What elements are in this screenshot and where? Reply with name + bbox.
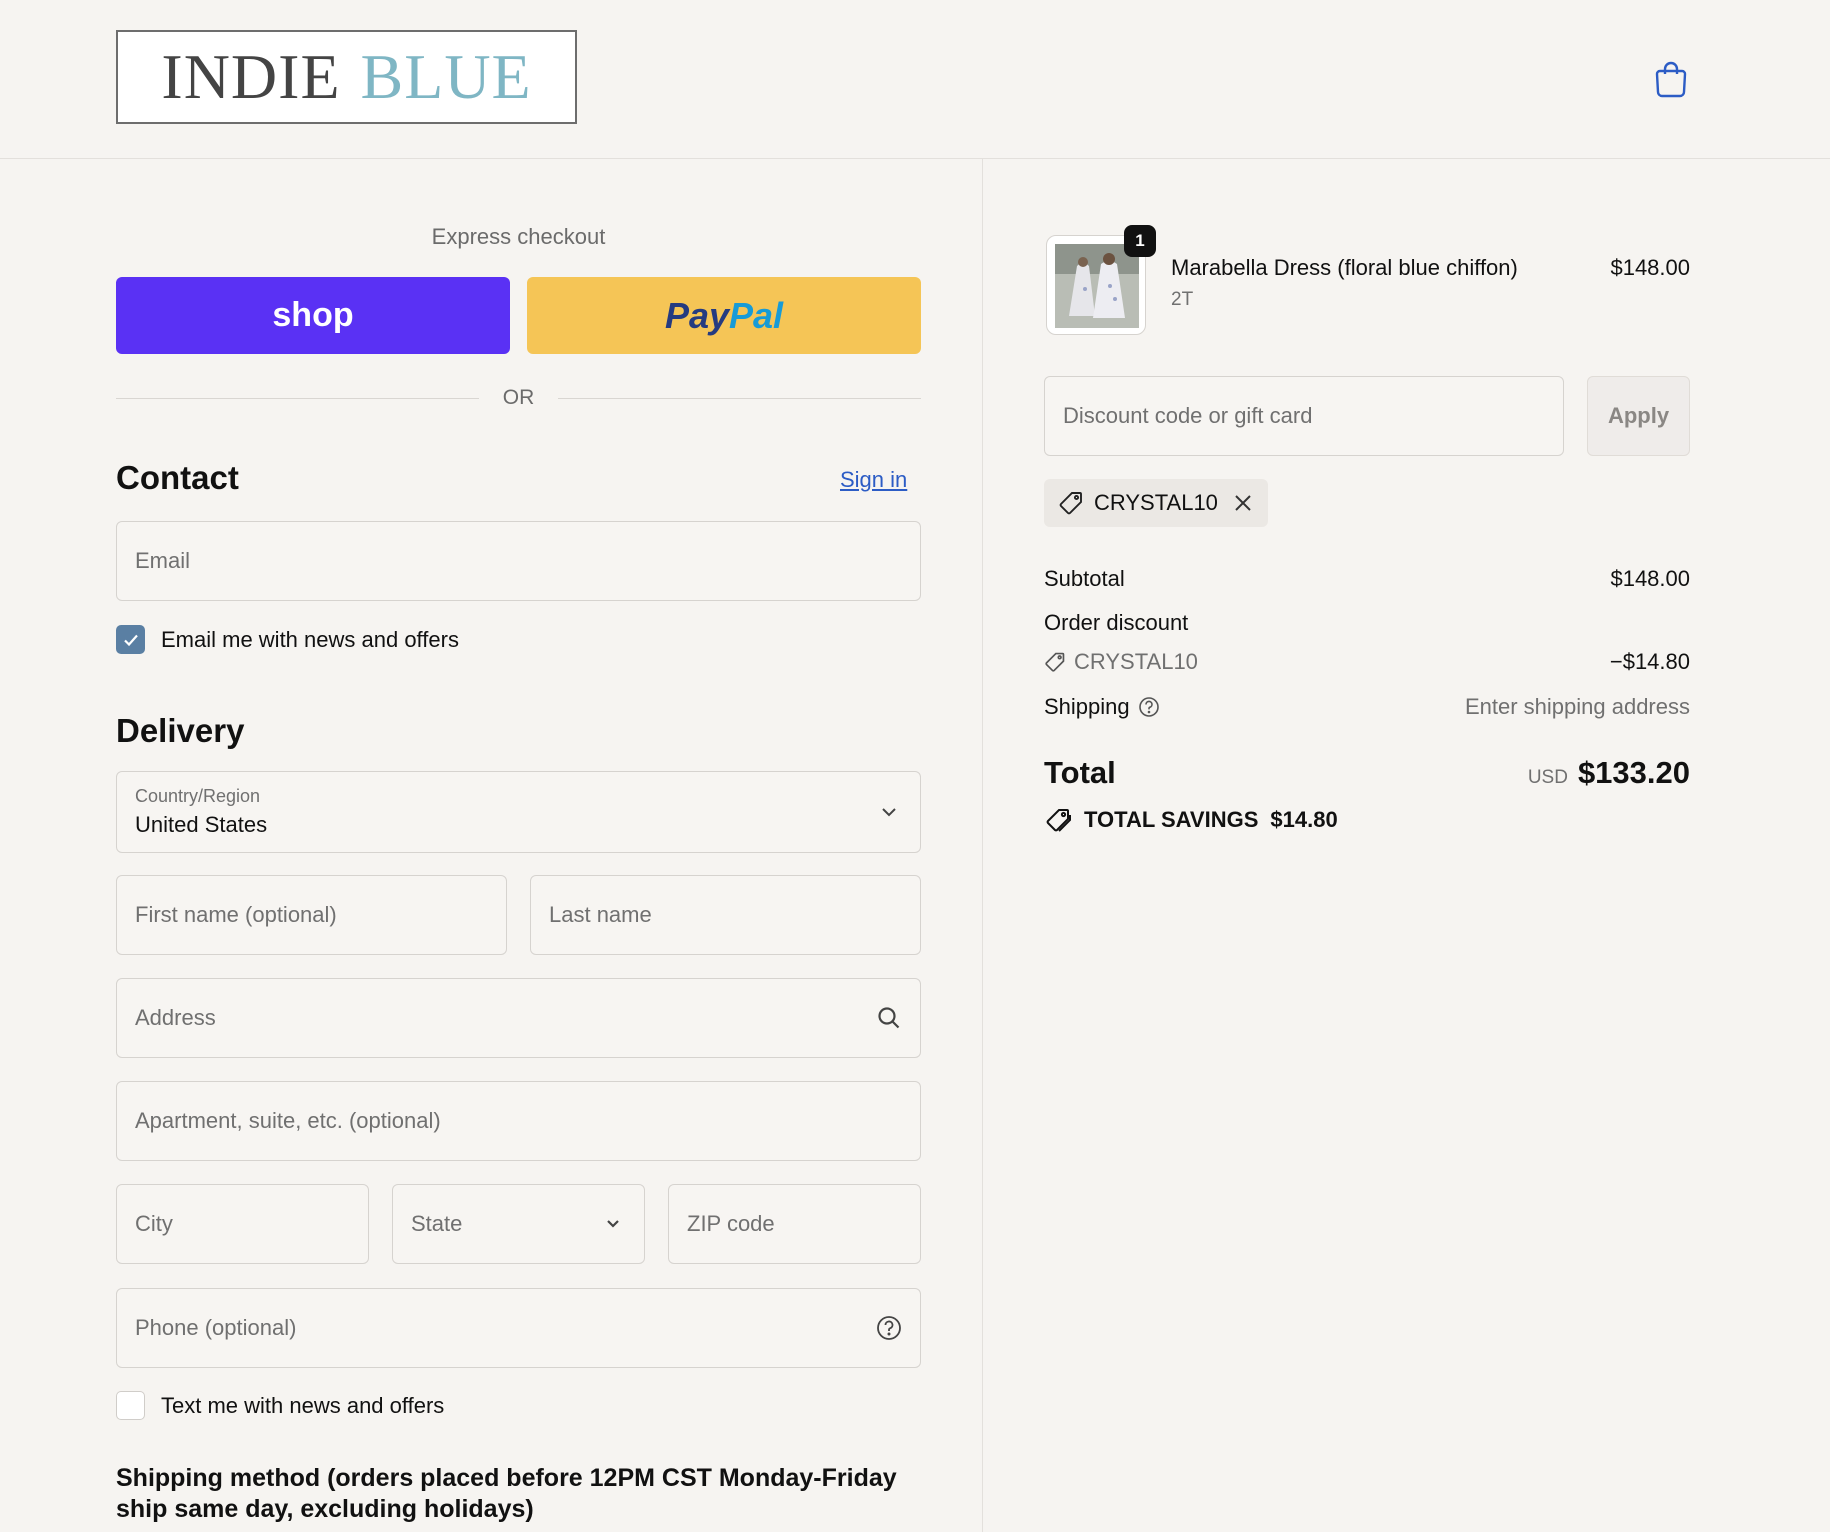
tag-icon	[1059, 492, 1082, 515]
product-variant: 2T	[1171, 289, 1194, 310]
remove-discount-icon[interactable]	[1232, 492, 1254, 514]
discount-code-field[interactable]: Discount code or gift card	[1044, 376, 1564, 456]
total-amount: USD $133.20	[1528, 755, 1690, 791]
sms-checkbox-row[interactable]: Text me with news and offers	[116, 1391, 444, 1420]
last-name-placeholder: Last name	[549, 902, 652, 927]
search-icon[interactable]	[876, 1005, 902, 1031]
or-divider: OR	[116, 384, 921, 412]
logo-word-indie: INDIE	[161, 41, 341, 112]
chevron-down-icon	[607, 1220, 619, 1228]
subtotal-label: Subtotal	[1044, 566, 1125, 591]
quantity-badge: 1	[1124, 225, 1156, 257]
state-placeholder: State	[411, 1211, 463, 1236]
shipping-label-row: Shipping	[1044, 694, 1160, 720]
paypal-label-pal: Pal	[729, 294, 784, 336]
column-divider	[982, 159, 983, 1532]
or-label: OR	[502, 386, 535, 409]
total-savings-value: $14.80	[1270, 807, 1338, 832]
delivery-title: Delivery	[116, 712, 245, 749]
last-name-field[interactable]: Last name	[530, 875, 921, 955]
product-name: Marabella Dress (floral blue chiffon)	[1171, 255, 1518, 280]
order-discount-code: CRYSTAL10	[1074, 649, 1198, 674]
first-name-placeholder: First name (optional)	[135, 902, 337, 927]
city-placeholder: City	[135, 1211, 173, 1236]
help-circle-icon[interactable]	[876, 1315, 902, 1341]
state-select[interactable]: State	[392, 1184, 645, 1264]
newsletter-checkbox-row[interactable]: Email me with news and offers	[116, 625, 459, 654]
sign-in-link[interactable]: Sign in	[840, 467, 907, 493]
discount-code-placeholder: Discount code or gift card	[1063, 403, 1313, 428]
country-value: United States	[135, 812, 268, 837]
header: INDIE BLUE	[0, 0, 1830, 159]
country-select[interactable]: Country/Region United States	[116, 771, 921, 853]
or-divider-line-left	[116, 397, 479, 399]
contact-title: Contact	[116, 459, 239, 496]
store-logo[interactable]: INDIE BLUE	[116, 30, 577, 124]
apply-discount-button[interactable]: Apply	[1587, 376, 1690, 456]
tag-icon	[1045, 652, 1065, 672]
chevron-down-icon	[882, 808, 896, 817]
logo-word-blue: BLUE	[360, 41, 532, 112]
email-placeholder: Email	[135, 548, 191, 573]
total-currency: USD	[1527, 767, 1568, 788]
product-photo-graphic	[1055, 244, 1139, 328]
order-discount-code-row: CRYSTAL10	[1044, 649, 1198, 675]
total-value: $133.20	[1577, 755, 1690, 790]
help-circle-icon[interactable]	[1138, 696, 1160, 718]
order-discount-value: −$14.80	[1609, 649, 1690, 674]
address-field[interactable]: Address	[116, 978, 921, 1058]
zip-code-placeholder: ZIP code	[687, 1211, 775, 1236]
express-checkout-title: Express checkout	[431, 224, 606, 249]
total-savings-row: TOTAL SAVINGS $14.80	[1044, 806, 1338, 834]
subtotal-value: $148.00	[1610, 566, 1690, 591]
double-tag-icon	[1046, 809, 1071, 832]
product-price: $148.00	[1610, 255, 1690, 280]
total-savings-label: TOTAL SAVINGS	[1084, 807, 1259, 832]
country-label: Country/Region	[135, 786, 261, 806]
sms-checkbox[interactable]	[116, 1391, 145, 1420]
apartment-placeholder: Apartment, suite, etc. (optional)	[135, 1108, 441, 1133]
shipping-label: Shipping	[1044, 694, 1130, 719]
applied-discount-code: CRYSTAL10	[1094, 490, 1218, 515]
email-field[interactable]: Email	[116, 521, 921, 601]
newsletter-label: Email me with news and offers	[161, 626, 459, 652]
phone-placeholder: Phone (optional)	[135, 1315, 297, 1340]
sms-label: Text me with news and offers	[161, 1392, 445, 1418]
newsletter-checkbox[interactable]	[116, 625, 145, 654]
first-name-field[interactable]: First name (optional)	[116, 875, 507, 955]
applied-discount-tag: CRYSTAL10	[1044, 479, 1268, 527]
phone-field[interactable]: Phone (optional)	[116, 1288, 921, 1368]
order-discount-label: Order discount	[1044, 610, 1189, 635]
shop-pay-button[interactable]: shop	[116, 277, 510, 354]
shop-pay-label: shop	[272, 296, 354, 334]
city-field[interactable]: City	[116, 1184, 369, 1264]
apartment-field[interactable]: Apartment, suite, etc. (optional)	[116, 1081, 921, 1161]
shipping-method-title: Shipping method (orders placed before 12…	[116, 1464, 897, 1523]
checkmark-icon	[123, 634, 138, 646]
total-label: Total	[1044, 755, 1116, 790]
zip-code-field[interactable]: ZIP code	[668, 1184, 921, 1264]
shopping-bag-icon[interactable]	[1654, 58, 1688, 98]
paypal-label-pay: Pay	[664, 294, 729, 336]
product-image	[1055, 244, 1139, 328]
shipping-value: Enter shipping address	[1464, 694, 1690, 719]
address-placeholder: Address	[135, 1005, 216, 1030]
or-divider-line-right	[558, 397, 921, 399]
paypal-button[interactable]: Pay Pal	[527, 277, 921, 354]
